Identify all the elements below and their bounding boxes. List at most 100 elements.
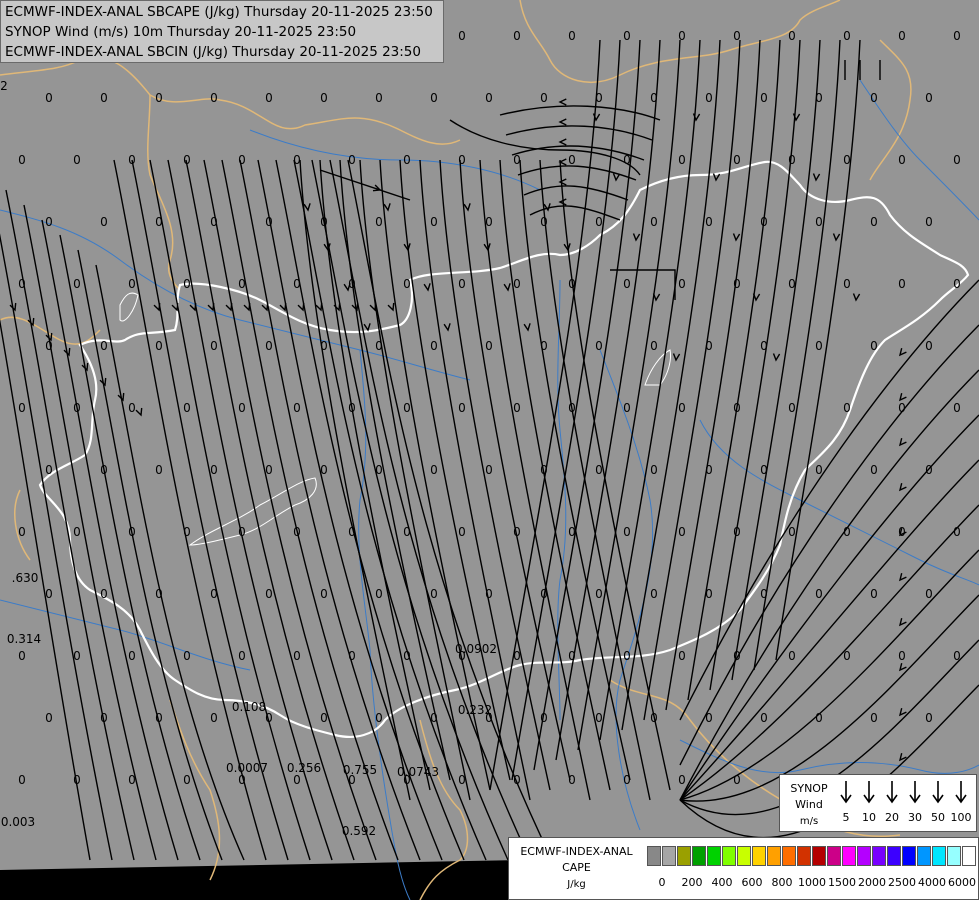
weather-map[interactable]: 0 0 0 0 0 0 0 0 0 0 0 0 0 0 0 0 0 0 0 0 0 0 0 0 0 0 0 0 0 0 0 0 0 0 0 0 0 0 0 0… <box>0 0 979 900</box>
cape-zero-value: 0 <box>843 649 851 663</box>
cape-zero-value: 0 <box>128 773 136 787</box>
cape-zero-value: 0 <box>238 153 246 167</box>
cape-zero-value: 0 <box>73 277 81 291</box>
cape-value: 0.755 <box>343 763 377 777</box>
cape-zero-value: 0 <box>595 339 603 353</box>
cape-zero-value: 0 <box>513 153 521 167</box>
cape-color-swatch <box>767 846 781 866</box>
synop-speed-label: 50 <box>931 811 945 824</box>
cape-zero-value: 0 <box>458 153 466 167</box>
cape-zero-value: 0 <box>18 153 26 167</box>
cape-zero-value: 0 <box>320 463 328 477</box>
cape-zero-value: 0 <box>403 525 411 539</box>
cape-zero-value: 0 <box>293 277 301 291</box>
cape-zero-value: 0 <box>430 215 438 229</box>
cape-color-swatch <box>647 846 661 866</box>
cape-zero-value: 0 <box>320 215 328 229</box>
cape-zero-value: 0 <box>375 587 383 601</box>
cape-tick-label: 4000 <box>918 876 946 889</box>
cape-zero-value: 0 <box>485 91 493 105</box>
cape-color-swatch <box>782 846 796 866</box>
cape-zero-value: 0 <box>843 277 851 291</box>
cape-zero-value: 0 <box>73 525 81 539</box>
cape-color-swatch <box>752 846 766 866</box>
cape-color-swatch <box>902 846 916 866</box>
synop-arrow-icon <box>858 780 880 808</box>
cape-zero-value: 0 <box>348 277 356 291</box>
cape-zero-value: 0 <box>513 525 521 539</box>
cape-zero-value: 0 <box>870 711 878 725</box>
cape-zero-value: 0 <box>953 277 961 291</box>
cape-zero-value: 0 <box>100 91 108 105</box>
synop-speed-label: 30 <box>908 811 922 824</box>
cape-zero-value: 0 <box>623 525 631 539</box>
cape-zero-value: 0 <box>898 277 906 291</box>
cape-color-swatch <box>812 846 826 866</box>
cape-zero-value: 0 <box>568 773 576 787</box>
cape-zero-value: 0 <box>513 277 521 291</box>
cape-zero-value: 0 <box>650 587 658 601</box>
cape-zero-value: 0 <box>265 339 273 353</box>
cape-zero-value: 0 <box>650 711 658 725</box>
cape-zero-value: 0 <box>210 339 218 353</box>
cape-zero-value: 0 <box>320 339 328 353</box>
cape-color-swatch <box>827 846 841 866</box>
cape-zero-value: 0 <box>898 649 906 663</box>
cape-zero-value: 0 <box>925 463 933 477</box>
cape-zero-value: 0 <box>128 401 136 415</box>
cape-color-swatch <box>857 846 871 866</box>
cape-zero-value: 0 <box>678 525 686 539</box>
cape-zero-value: 0 <box>348 525 356 539</box>
synop-legend-unit: m/s <box>799 816 819 827</box>
cape-zero-value: 0 <box>953 153 961 167</box>
cape-color-swatch <box>677 846 691 866</box>
cape-zero-value: 0 <box>210 463 218 477</box>
cape-zero-value: 0 <box>898 401 906 415</box>
cape-color-swatch <box>932 846 946 866</box>
cape-zero-value: 0 <box>760 339 768 353</box>
cape-zero-value: 0 <box>100 463 108 477</box>
cape-zero-value: 0 <box>678 153 686 167</box>
cape-zero-value: 0 <box>485 339 493 353</box>
cape-zero-value: 0 <box>733 649 741 663</box>
cape-zero-value: 0 <box>788 525 796 539</box>
cape-zero-value: 0 <box>843 401 851 415</box>
cape-zero-value: 0 <box>540 215 548 229</box>
cape-zero-value: 0 <box>458 401 466 415</box>
cape-zero-value: 0 <box>953 29 961 43</box>
cape-color-swatch <box>797 846 811 866</box>
cape-zero-value: 0 <box>293 525 301 539</box>
cape-zero-value: 0 <box>568 153 576 167</box>
cape-zero-value: 0 <box>45 91 53 105</box>
title-line-cin: ECMWF-INDEX-ANAL SBCIN (J/kg) Thursday 2… <box>5 44 421 60</box>
cape-zero-value: 0 <box>403 401 411 415</box>
cape-zero-value: 0 <box>705 91 713 105</box>
cape-tick-label: 800 <box>771 876 793 889</box>
cape-zero-value: 0 <box>925 711 933 725</box>
cape-value: 0.0743 <box>397 765 439 779</box>
cape-zero-value: 0 <box>760 587 768 601</box>
cape-zero-value: 0 <box>155 339 163 353</box>
cape-zero-value: 0 <box>293 153 301 167</box>
cape-zero-value: 0 <box>238 773 246 787</box>
cape-zero-value: 0 <box>705 215 713 229</box>
cape-color-swatch <box>842 846 856 866</box>
cape-zero-value: 0 <box>238 525 246 539</box>
cape-zero-value: 0 <box>265 215 273 229</box>
cape-zero-value: 0 <box>788 649 796 663</box>
cape-color-legend: ECMWF-INDEX-ANAL CAPE J/kg 0 200 400 600 800… <box>508 837 979 900</box>
cape-zero-value: 0 <box>430 339 438 353</box>
cape-zero-value: 0 <box>210 215 218 229</box>
cape-zero-value: 0 <box>348 401 356 415</box>
cape-zero-value: 0 <box>733 277 741 291</box>
cape-zero-value: 0 <box>458 29 466 43</box>
cape-zero-value: 0 <box>155 587 163 601</box>
cape-value: 0.232 <box>458 703 492 717</box>
cape-zero-value: 0 <box>788 401 796 415</box>
cape-zero-value: 0 <box>733 525 741 539</box>
cape-zero-value: 0 <box>815 91 823 105</box>
cape-zero-value: 0 <box>540 91 548 105</box>
cape-zero-value: 0 <box>925 215 933 229</box>
cape-zero-value: 0 <box>815 339 823 353</box>
cape-zero-value: 0 <box>650 91 658 105</box>
